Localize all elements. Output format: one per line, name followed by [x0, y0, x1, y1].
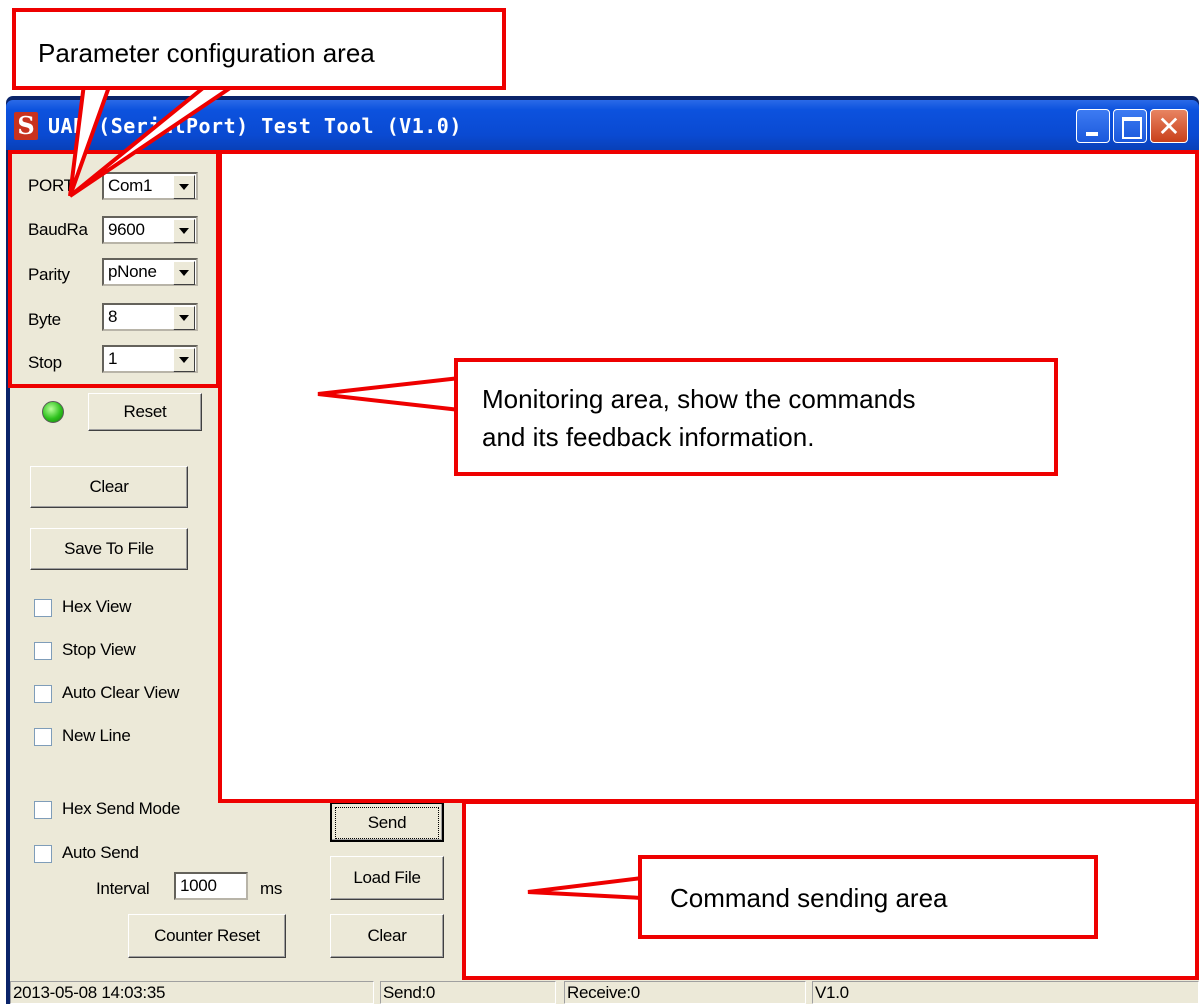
- callout-pointers: [68, 82, 644, 901]
- monitor-callout-line1: Monitoring area, show the commands: [482, 384, 916, 414]
- send-area-callout: Command sending area: [638, 855, 1098, 939]
- param-area-callout-text: Parameter configuration area: [38, 38, 375, 68]
- monitor-callout-line2: and its feedback information.: [482, 422, 815, 452]
- send-area-callout-text: Command sending area: [670, 883, 948, 913]
- monitor-callout-pointer: [317, 375, 462, 413]
- monitor-area-callout: Monitoring area, show the commands and i…: [454, 358, 1058, 476]
- send-callout-pointer: [527, 875, 644, 901]
- param-area-callout: Parameter configuration area: [12, 8, 506, 90]
